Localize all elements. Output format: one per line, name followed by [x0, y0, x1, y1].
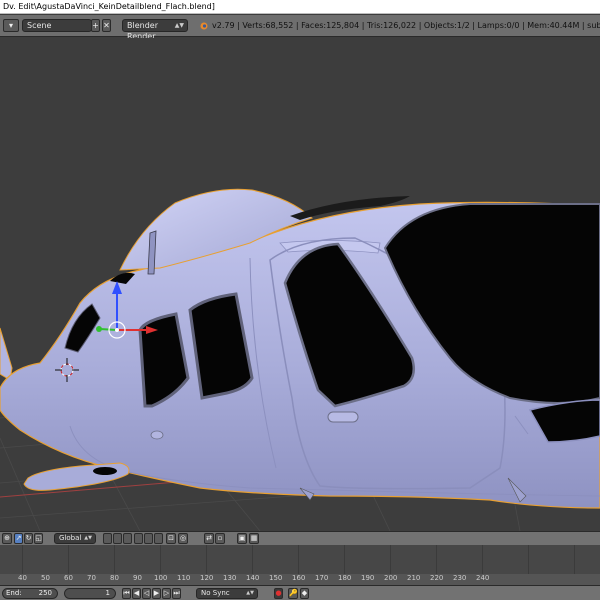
opengl-render-icon[interactable]: ▦ [249, 533, 259, 544]
end-frame-field[interactable]: End: 250 [2, 588, 58, 599]
scene-stats: v2.79 | Verts:68,552 | Faces:125,804 | T… [212, 21, 600, 30]
manipulator-toggle-icon[interactable]: ⊕ [2, 533, 12, 544]
rotate-manipulator-button[interactable]: ↻ [24, 533, 33, 544]
render-engine-dropdown[interactable]: Blender Render ▲▼ [122, 19, 188, 41]
timeline-ruler[interactable]: 40 50 60 70 80 90 100 110 120 130 140 15… [0, 574, 600, 585]
editor-type-icon[interactable]: ▾ [3, 19, 19, 32]
ruler-tick: 110 [177, 574, 191, 582]
ruler-tick: 90 [133, 574, 142, 582]
jump-end-icon[interactable]: ⏭ [172, 588, 181, 599]
window-title: Dv. Edit\AgustaDaVinci_KeinDetailblend_F… [3, 2, 215, 11]
layer-button-3[interactable] [123, 533, 132, 544]
transform-orientation-label: Global [59, 534, 82, 542]
transform-orientation-dropdown[interactable]: Global ▲▼ [54, 533, 96, 544]
window-title-bar: Dv. Edit\AgustaDaVinci_KeinDetailblend_F… [0, 0, 600, 14]
ruler-tick: 80 [110, 574, 119, 582]
sync-mode-label: No Sync [201, 589, 230, 597]
timeline-area[interactable]: 40 50 60 70 80 90 100 110 120 130 140 15… [0, 545, 600, 585]
proportional-edit-icon[interactable]: ◎ [178, 533, 188, 544]
play-icon[interactable]: ▶ [152, 588, 161, 599]
next-keyframe-icon[interactable]: ▷ [162, 588, 171, 599]
record-keyframe-icon[interactable]: ● [274, 588, 283, 599]
sync-mode-dropdown[interactable]: No Sync ▲▼ [196, 588, 258, 599]
layer-button-1[interactable] [103, 533, 112, 544]
ruler-tick: 100 [154, 574, 168, 582]
chevron-down-icon: ▲▼ [174, 22, 184, 29]
ruler-tick: 60 [64, 574, 73, 582]
prev-keyframe-icon[interactable]: ◀ [132, 588, 141, 599]
snap-element-icon[interactable]: ▫ [215, 533, 225, 544]
delete-scene-button[interactable]: ✕ [102, 19, 111, 32]
ruler-tick: 200 [384, 574, 398, 582]
ruler-tick: 140 [246, 574, 260, 582]
ruler-tick: 240 [476, 574, 490, 582]
ruler-tick: 150 [269, 574, 283, 582]
current-frame-field[interactable]: 1 [64, 588, 116, 599]
layer-button-6[interactable] [154, 533, 163, 544]
add-scene-button[interactable]: + [91, 19, 100, 32]
snap-toggle-icon[interactable]: ⇄ [204, 533, 214, 544]
info-header: ▾ Scene + ✕ Blender Render ▲▼ v2.79 | Ve… [0, 15, 600, 41]
insert-keyframe-icon[interactable]: ◆ [300, 588, 309, 599]
jump-start-icon[interactable]: ⏮ [122, 588, 131, 599]
ruler-tick: 210 [407, 574, 421, 582]
viewport-scene [0, 188, 600, 531]
end-frame-label: End: [6, 589, 22, 597]
render-preview-icon[interactable]: ▣ [237, 533, 247, 544]
keying-set-icon[interactable]: 🔑 [288, 588, 298, 599]
play-reverse-icon[interactable]: ◁ [142, 588, 151, 599]
ruler-tick: 70 [87, 574, 96, 582]
ruler-tick: 180 [338, 574, 352, 582]
ruler-tick: 220 [430, 574, 444, 582]
ruler-tick: 170 [315, 574, 329, 582]
translate-manipulator-button[interactable]: ↗ [14, 533, 23, 544]
ruler-tick: 190 [361, 574, 375, 582]
3d-viewport[interactable] [0, 38, 600, 531]
viewport-header: ⊕ ↗ ↻ ◱ Global ▲▼ ⊡ ◎ ⇄ ▫ ▣ ▦ [0, 531, 600, 545]
end-frame-value: 250 [38, 589, 52, 597]
scene-name: Scene [27, 21, 52, 30]
ruler-tick: 40 [18, 574, 27, 582]
landing-step [23, 462, 130, 491]
chevron-down-icon: ▲▼ [84, 535, 92, 541]
scale-manipulator-button[interactable]: ◱ [34, 533, 43, 544]
blender-logo-icon [199, 19, 209, 32]
current-frame-value: 1 [105, 589, 110, 597]
layer-button-4[interactable] [134, 533, 143, 544]
timeline-header: End: 250 1 ⏮ ◀ ◁ ▶ ▷ ⏭ No Sync ▲▼ ● 🔑 ◆ [0, 585, 600, 600]
ruler-tick: 230 [453, 574, 467, 582]
scene-selector[interactable]: Scene [22, 19, 102, 32]
layer-button-5[interactable] [144, 533, 153, 544]
chevron-down-icon: ▲▼ [246, 590, 254, 596]
layer-button-2[interactable] [113, 533, 122, 544]
ruler-tick: 120 [200, 574, 214, 582]
lock-camera-icon[interactable]: ⊡ [166, 533, 176, 544]
ruler-tick: 50 [41, 574, 50, 582]
ruler-tick: 130 [223, 574, 237, 582]
ruler-tick: 160 [292, 574, 306, 582]
